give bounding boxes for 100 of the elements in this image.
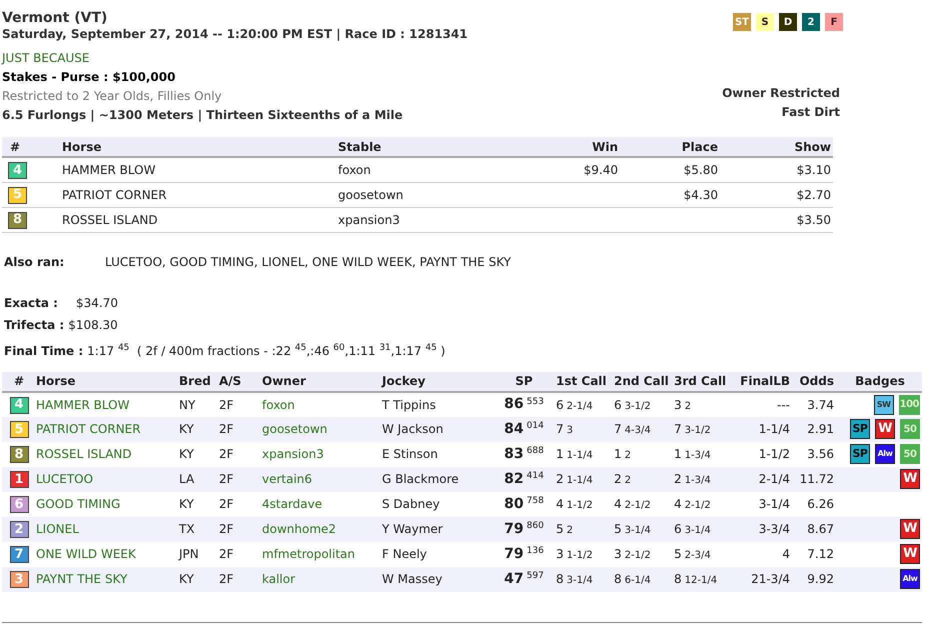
call-position: 6 3-1/2 <box>614 398 651 412</box>
call-position: 4 2-1/2 <box>614 497 651 511</box>
column-header: FinalLB <box>734 372 790 392</box>
call-position: 7 3 <box>556 422 574 436</box>
age-sex: 2F <box>219 547 234 561</box>
jockey-name: W Jackson <box>382 422 444 436</box>
speed-figure: 83 $^{688}$ <box>504 446 544 460</box>
column-header: 2nd Call <box>614 372 674 392</box>
column-header: Horse <box>62 137 338 157</box>
column-header: Owner <box>262 372 382 392</box>
column-header: Stable <box>338 137 498 157</box>
final-lengths: 1-1/2 <box>758 447 790 461</box>
jockey-name: Y Waymer <box>382 522 443 536</box>
track-title: Vermont (VT) <box>2 10 108 26</box>
race-tag: F <box>825 13 843 31</box>
column-header: Place <box>618 137 718 157</box>
owner-name: vertain6 <box>262 472 312 486</box>
owner-name: mfmetropolitan <box>262 547 355 561</box>
badge: W <box>875 419 895 439</box>
owner-name: xpansion3 <box>262 447 324 461</box>
horse-name: LIONEL <box>36 522 79 536</box>
horse-name: ROSSEL ISLAND <box>62 212 158 226</box>
post-number: 6 <box>10 496 28 514</box>
final-lengths: --- <box>777 398 790 412</box>
horse-name: PATRIOT CORNER <box>62 188 167 202</box>
post-number: 8 <box>8 212 27 229</box>
badge: Alw <box>900 569 920 589</box>
post-number: 3 <box>10 571 28 588</box>
column-header: Odds <box>790 372 838 392</box>
odds-value: 9.92 <box>807 572 834 586</box>
surface-text: Fast Dirt <box>782 104 840 120</box>
call-position: 1 1-1/4 <box>556 447 593 461</box>
horse-name: PAYNT THE SKY <box>36 572 128 586</box>
bred-code: TX <box>179 522 195 536</box>
post-number: 4 <box>8 162 27 179</box>
call-position: 6 2-1/4 <box>556 398 593 412</box>
jockey-name: E Stinson <box>382 447 438 461</box>
exotic-payout: $108.30 <box>68 316 118 334</box>
speed-figure: 84 $^{014}$ <box>504 422 544 436</box>
distance-text: 6.5 Furlongs | ~1300 Meters | Thirteen Sixteenths of a Mile <box>2 107 404 123</box>
bred-code: NY <box>179 398 196 412</box>
payout-amount: $5.80 <box>684 162 718 177</box>
post-number: 8 <box>10 446 28 464</box>
owner-name: kallor <box>262 572 296 586</box>
call-position: 5 3-1/4 <box>614 522 651 536</box>
badge: Alw <box>875 444 895 464</box>
column-header: 1st Call <box>556 372 614 392</box>
stable-name: foxon <box>338 162 371 177</box>
owner-name: foxon <box>262 398 295 412</box>
payout-amount: $9.40 <box>584 162 618 177</box>
race-tag: S <box>756 13 774 31</box>
call-position: 6 3-1/4 <box>674 522 711 536</box>
call-position: 1 2 <box>614 447 632 461</box>
speed-figure: 80 $^{758}$ <box>504 496 544 510</box>
speed-figure: 79 $^{136}$ <box>504 546 544 560</box>
horse-name: PATRIOT CORNER <box>36 422 141 436</box>
final-lengths: 1-1/4 <box>758 422 790 436</box>
also-ran-label: Also ran: <box>4 254 66 270</box>
age-sex: 2F <box>219 422 234 436</box>
odds-value: 3.56 <box>807 447 834 461</box>
call-position: 3 2-1/2 <box>614 547 651 561</box>
horse-name: ROSSEL ISLAND <box>36 447 132 461</box>
badge: SP <box>850 419 870 439</box>
column-header: # <box>2 137 62 157</box>
column-header: Bred <box>179 372 219 392</box>
jockey-name: F Neely <box>382 547 427 561</box>
age-sex: 2F <box>219 447 234 461</box>
call-position: 4 1-1/2 <box>556 497 593 511</box>
race-tag: D <box>779 13 797 31</box>
badge: W <box>900 469 920 489</box>
bred-code: KY <box>179 422 194 436</box>
bred-code: KY <box>179 497 194 511</box>
column-header: Show <box>718 137 833 157</box>
owner-name: downhome2 <box>262 522 336 536</box>
payout-amount: $2.70 <box>796 188 831 202</box>
badge: 100 <box>898 394 920 414</box>
speed-figure: 79 $^{860}$ <box>504 522 544 536</box>
badge: 50 <box>900 419 920 439</box>
odds-value: 3.74 <box>807 398 834 412</box>
horse-name: LUCETOO <box>36 472 94 486</box>
post-number: 5 <box>10 421 28 438</box>
column-header: 3rd Call <box>674 372 734 392</box>
age-sex: 2F <box>219 398 234 412</box>
also-ran-list: LUCETOO, GOOD TIMING, LIONEL, ONE WILD WEEK, PAYNT THE SKY <box>105 252 511 270</box>
call-position: 4 2-1/2 <box>674 497 711 511</box>
bred-code: KY <box>179 572 194 586</box>
race-tag: ST <box>733 13 751 31</box>
column-header: Badges <box>838 372 922 392</box>
call-position: 2 1-1/4 <box>556 472 593 486</box>
post-number: 5 <box>8 186 27 204</box>
badge: W <box>900 544 920 564</box>
horse-name: GOOD TIMING <box>36 497 120 511</box>
exotic-payout: $34.70 <box>76 294 118 312</box>
payout-amount: $4.30 <box>684 188 718 202</box>
age-sex: 2F <box>219 522 234 536</box>
call-position: 8 3-1/4 <box>556 572 593 586</box>
call-position: 3 1-1/2 <box>556 547 593 561</box>
call-position: 8 6-1/4 <box>614 572 651 586</box>
column-header: A/S <box>219 372 262 392</box>
bred-code: JPN <box>179 547 199 561</box>
